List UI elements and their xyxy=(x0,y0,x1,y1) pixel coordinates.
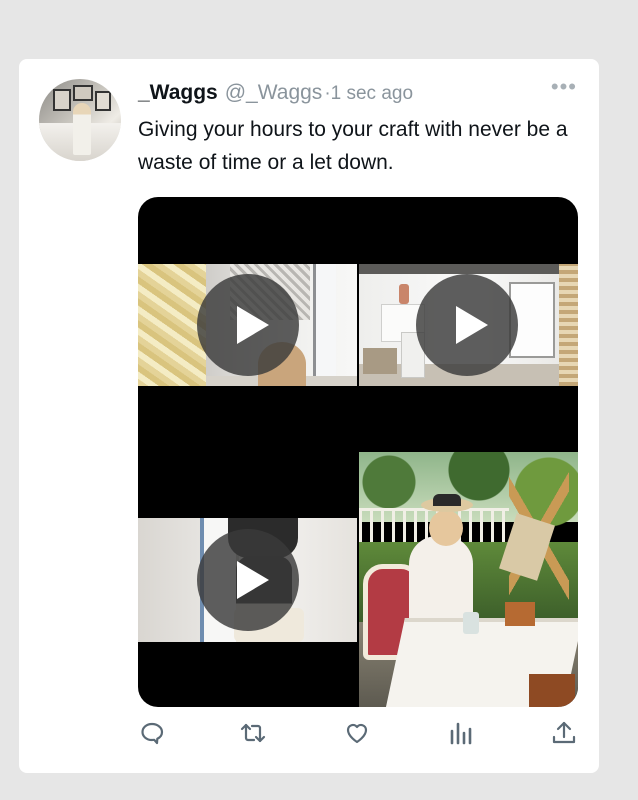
side-table xyxy=(363,348,397,374)
paint-box xyxy=(505,602,535,626)
brush-jar xyxy=(463,612,479,634)
photo-thumbnail[interactable] xyxy=(359,452,578,707)
crate xyxy=(529,674,575,707)
avatar-frame xyxy=(53,89,71,111)
reply-button[interactable] xyxy=(138,719,168,749)
vase xyxy=(399,284,409,304)
avatar[interactable] xyxy=(39,79,121,161)
avatar-frame xyxy=(95,91,111,111)
more-options-icon[interactable]: ••• xyxy=(551,76,577,98)
tweet-card[interactable]: _Waggs @_Waggs ·1 sec ago ••• Giving you… xyxy=(19,59,599,773)
share-icon xyxy=(552,721,576,744)
retweet-icon xyxy=(240,723,266,743)
hat-band xyxy=(433,494,461,506)
comment-icon xyxy=(141,722,164,745)
play-icon[interactable] xyxy=(197,529,299,631)
avatar-frame xyxy=(73,85,93,101)
play-icon[interactable] xyxy=(416,274,518,376)
lattice-screen xyxy=(559,264,578,386)
display-name[interactable]: _Waggs xyxy=(138,81,218,105)
timestamp[interactable]: ·1 sec ago xyxy=(324,83,413,105)
like-button[interactable] xyxy=(343,719,373,749)
analytics-button[interactable] xyxy=(447,719,477,749)
tweet-header: _Waggs @_Waggs ·1 sec ago xyxy=(138,81,413,105)
ceiling-beam xyxy=(359,264,578,274)
window xyxy=(313,264,336,386)
user-handle[interactable]: @_Waggs xyxy=(225,81,323,105)
bar-chart-icon xyxy=(450,722,472,745)
play-icon[interactable] xyxy=(197,274,299,376)
painter-head xyxy=(429,510,463,546)
tweet-text: Giving your hours to your craft with nev… xyxy=(138,118,568,174)
media-grid xyxy=(138,197,578,707)
avatar-person xyxy=(73,103,91,155)
retweet-button[interactable] xyxy=(239,719,269,749)
heart-icon xyxy=(346,723,368,744)
action-bar xyxy=(138,719,578,753)
gold-artwork xyxy=(138,264,206,386)
share-button[interactable] xyxy=(550,719,580,749)
